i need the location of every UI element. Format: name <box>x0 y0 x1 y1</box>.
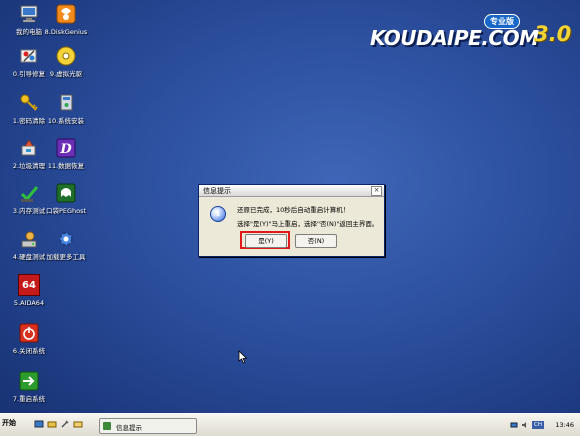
language-indicator[interactable]: CH <box>532 421 544 429</box>
shutdown-icon <box>18 322 40 344</box>
clock: 13:46 <box>555 421 574 429</box>
taskbar-item-label: 信息提示 <box>116 424 142 432</box>
brand-name: KOUDAIPE.COM <box>370 26 539 50</box>
ghost-icon <box>55 182 77 204</box>
desktop-icon-system-install[interactable]: 10.系统安装 <box>37 92 95 125</box>
start-label: 开始 <box>2 419 16 427</box>
dialog-title: 信息提示 <box>203 187 231 195</box>
info-dialog: 信息提示 × i 还原已完成，10秒后自动重启计算机！ 选择"是(Y)"马上重启… <box>198 184 385 257</box>
volume-icon[interactable] <box>521 421 529 429</box>
desktop-icon-diskgenius[interactable]: 8.DiskGenius <box>37 3 95 36</box>
brand-badge: 专业版 <box>484 14 520 29</box>
more-tools-icon <box>55 228 77 250</box>
yes-button[interactable]: 是(Y) <box>245 234 287 248</box>
svg-text:D: D <box>59 142 72 157</box>
desktop-icon-shutdown[interactable]: 6.关闭系统 <box>0 322 58 355</box>
taskbar-item-info-dialog[interactable]: 信息提示 <box>99 418 197 434</box>
dialog-titlebar[interactable]: 信息提示 × <box>199 185 384 197</box>
brand-logo: KOUDAIPE.COM 专业版 3.0 <box>368 12 572 52</box>
desktop-icon-aida64[interactable]: 64 5.AIDA64 <box>0 274 58 307</box>
start-button[interactable]: 开始 <box>2 418 30 432</box>
data-recovery-icon: D <box>55 137 77 159</box>
desktop-icon-restart[interactable]: 7.重启系统 <box>0 370 58 403</box>
taskbar: 开始 信息提示 CH 13:46 <box>0 413 580 436</box>
close-icon[interactable]: × <box>371 186 382 196</box>
taskbar-app-icon <box>103 422 111 430</box>
quicklaunch-desktop-icon[interactable] <box>34 419 44 429</box>
diskgenius-icon <box>55 3 77 25</box>
aida64-icon: 64 <box>18 274 40 296</box>
network-icon[interactable] <box>510 421 518 429</box>
system-install-icon <box>55 92 77 114</box>
dialog-message-line2: 选择"是(Y)"马上重启，选择"否(N)"返回主界面。 <box>237 220 379 228</box>
quicklaunch-explorer-icon[interactable] <box>47 419 57 429</box>
brand-version: 3.0 <box>534 22 572 46</box>
dialog-message-line1: 还原已完成，10秒后自动重启计算机！ <box>237 206 350 214</box>
virtual-drive-icon <box>55 45 77 67</box>
desktop-icon-ghost[interactable]: 口袋PEGhost <box>37 182 95 215</box>
info-icon: i <box>210 206 226 222</box>
desktop: KOUDAIPE.COM 专业版 3.0 我的电脑 0.引导修复 1.密码清除 … <box>0 0 580 412</box>
system-tray: CH 13:46 <box>508 418 578 432</box>
no-button[interactable]: 否(N) <box>295 234 337 248</box>
mouse-cursor-icon <box>238 350 248 364</box>
desktop-icon-virtual-drive[interactable]: 9.虚拟光驱 <box>37 45 95 78</box>
desktop-icon-data-recovery[interactable]: D 11.数据恢复 <box>37 137 95 170</box>
quicklaunch-tool-icon[interactable] <box>60 419 70 429</box>
restart-icon <box>18 370 40 392</box>
quicklaunch-folder-icon[interactable] <box>73 419 83 429</box>
desktop-icon-more-tools[interactable]: 加载更多工具 <box>37 228 95 261</box>
